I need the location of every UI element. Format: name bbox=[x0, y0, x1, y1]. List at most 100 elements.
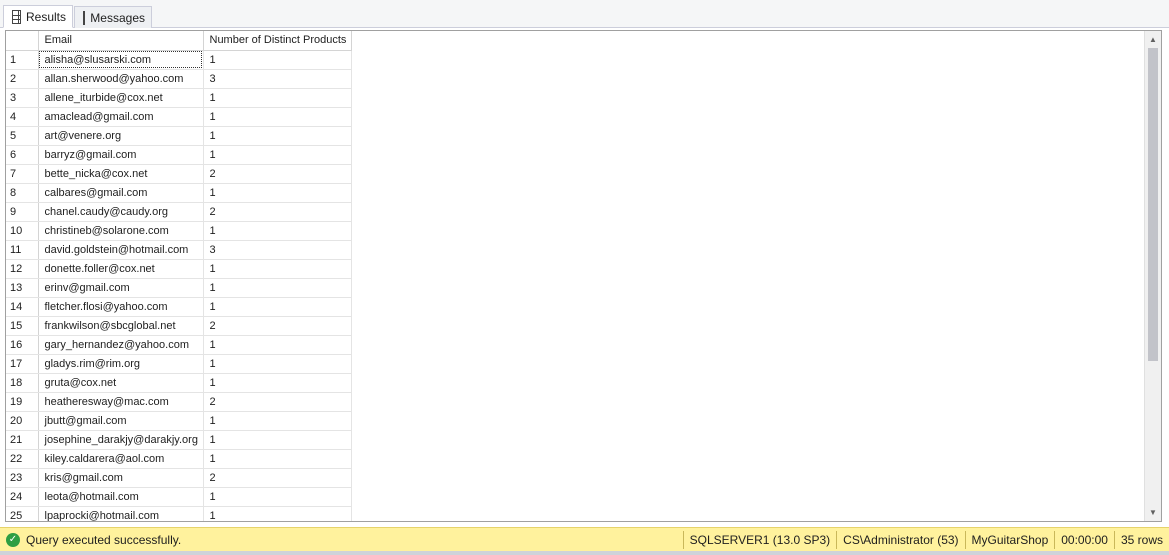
results-grid[interactable]: Email Number of Distinct Products 1 alish… bbox=[5, 30, 1162, 522]
table-row[interactable]: 6 barryz@gmail.com 1 bbox=[6, 145, 352, 165]
row-number-cell[interactable]: 12 bbox=[6, 259, 39, 279]
scrollbar-thumb[interactable] bbox=[1148, 48, 1158, 361]
row-number-cell[interactable]: 24 bbox=[6, 487, 39, 507]
count-cell[interactable]: 1 bbox=[203, 335, 352, 355]
table-row[interactable]: 7 bette_nicka@cox.net 2 bbox=[6, 164, 352, 184]
row-number-cell[interactable]: 22 bbox=[6, 449, 39, 469]
row-number-cell[interactable]: 21 bbox=[6, 430, 39, 450]
table-row[interactable]: 15 frankwilson@sbcglobal.net 2 bbox=[6, 316, 352, 336]
count-cell[interactable]: 1 bbox=[203, 259, 352, 279]
row-number-cell[interactable]: 6 bbox=[6, 145, 39, 165]
row-number-cell[interactable]: 9 bbox=[6, 202, 39, 222]
row-number-cell[interactable]: 15 bbox=[6, 316, 39, 336]
count-cell[interactable]: 1 bbox=[203, 354, 352, 374]
row-number-cell[interactable]: 2 bbox=[6, 69, 39, 89]
row-number-cell[interactable]: 10 bbox=[6, 221, 39, 241]
row-number-cell[interactable]: 8 bbox=[6, 183, 39, 203]
email-cell[interactable]: gruta@cox.net bbox=[38, 373, 204, 393]
vertical-scrollbar[interactable]: ▲ ▼ bbox=[1144, 31, 1161, 521]
email-cell[interactable]: barryz@gmail.com bbox=[38, 145, 204, 165]
email-cell[interactable]: calbares@gmail.com bbox=[38, 183, 204, 203]
table-row[interactable]: 4 amaclead@gmail.com 1 bbox=[6, 107, 352, 127]
table-row[interactable]: 23 kris@gmail.com 2 bbox=[6, 468, 352, 488]
column-header-email[interactable]: Email bbox=[38, 31, 204, 51]
count-cell[interactable]: 2 bbox=[203, 164, 352, 184]
email-cell[interactable]: erinv@gmail.com bbox=[38, 278, 204, 298]
tab-messages[interactable]: Messages bbox=[74, 6, 152, 28]
table-row[interactable]: 1 alisha@slusarski.com 1 bbox=[6, 50, 352, 70]
table-row[interactable]: 9 chanel.caudy@caudy.org 2 bbox=[6, 202, 352, 222]
table-row[interactable]: 14 fletcher.flosi@yahoo.com 1 bbox=[6, 297, 352, 317]
table-row[interactable]: 3 allene_iturbide@cox.net 1 bbox=[6, 88, 352, 108]
row-number-cell[interactable]: 1 bbox=[6, 50, 39, 70]
row-number-cell[interactable]: 13 bbox=[6, 278, 39, 298]
email-cell[interactable]: jbutt@gmail.com bbox=[38, 411, 204, 431]
count-cell[interactable]: 1 bbox=[203, 411, 352, 431]
email-cell[interactable]: kris@gmail.com bbox=[38, 468, 204, 488]
row-number-cell[interactable]: 11 bbox=[6, 240, 39, 260]
count-cell[interactable]: 1 bbox=[203, 183, 352, 203]
count-cell[interactable]: 1 bbox=[203, 487, 352, 507]
table-row[interactable]: 17 gladys.rim@rim.org 1 bbox=[6, 354, 352, 374]
table-row[interactable]: 21 josephine_darakjy@darakjy.org 1 bbox=[6, 430, 352, 450]
count-cell[interactable]: 1 bbox=[203, 449, 352, 469]
count-cell[interactable]: 1 bbox=[203, 297, 352, 317]
row-number-cell[interactable]: 20 bbox=[6, 411, 39, 431]
email-cell[interactable]: lpaprocki@hotmail.com bbox=[38, 506, 204, 521]
row-number-cell[interactable]: 3 bbox=[6, 88, 39, 108]
scroll-up-arrow-icon[interactable]: ▲ bbox=[1145, 31, 1161, 48]
email-cell[interactable]: kiley.caldarera@aol.com bbox=[38, 449, 204, 469]
row-number-cell[interactable]: 5 bbox=[6, 126, 39, 146]
count-cell[interactable]: 1 bbox=[203, 430, 352, 450]
table-row[interactable]: 25 lpaprocki@hotmail.com 1 bbox=[6, 506, 352, 521]
table-row[interactable]: 5 art@venere.org 1 bbox=[6, 126, 352, 146]
tab-results[interactable]: Results bbox=[3, 5, 73, 28]
row-number-cell[interactable]: 7 bbox=[6, 164, 39, 184]
row-number-cell[interactable]: 4 bbox=[6, 107, 39, 127]
count-cell[interactable]: 1 bbox=[203, 373, 352, 393]
email-cell[interactable]: allan.sherwood@yahoo.com bbox=[38, 69, 204, 89]
table-row[interactable]: 10 christineb@solarone.com 1 bbox=[6, 221, 352, 241]
count-cell[interactable]: 2 bbox=[203, 392, 352, 412]
email-cell[interactable]: fletcher.flosi@yahoo.com bbox=[38, 297, 204, 317]
row-number-header[interactable] bbox=[6, 31, 39, 51]
count-cell[interactable]: 1 bbox=[203, 88, 352, 108]
column-header-count[interactable]: Number of Distinct Products bbox=[203, 31, 352, 51]
row-number-cell[interactable]: 23 bbox=[6, 468, 39, 488]
email-cell[interactable]: allene_iturbide@cox.net bbox=[38, 88, 204, 108]
count-cell[interactable]: 1 bbox=[203, 107, 352, 127]
table-row[interactable]: 20 jbutt@gmail.com 1 bbox=[6, 411, 352, 431]
count-cell[interactable]: 3 bbox=[203, 69, 352, 89]
count-cell[interactable]: 2 bbox=[203, 202, 352, 222]
row-number-cell[interactable]: 18 bbox=[6, 373, 39, 393]
email-cell[interactable]: heatheresway@mac.com bbox=[38, 392, 204, 412]
email-cell[interactable]: donette.foller@cox.net bbox=[38, 259, 204, 279]
email-cell[interactable]: josephine_darakjy@darakjy.org bbox=[38, 430, 204, 450]
email-cell[interactable]: christineb@solarone.com bbox=[38, 221, 204, 241]
email-cell[interactable]: art@venere.org bbox=[38, 126, 204, 146]
email-cell[interactable]: gary_hernandez@yahoo.com bbox=[38, 335, 204, 355]
table-row[interactable]: 11 david.goldstein@hotmail.com 3 bbox=[6, 240, 352, 260]
row-number-cell[interactable]: 25 bbox=[6, 506, 39, 521]
table-row[interactable]: 19 heatheresway@mac.com 2 bbox=[6, 392, 352, 412]
table-row[interactable]: 8 calbares@gmail.com 1 bbox=[6, 183, 352, 203]
count-cell[interactable]: 2 bbox=[203, 316, 352, 336]
row-number-cell[interactable]: 16 bbox=[6, 335, 39, 355]
count-cell[interactable]: 3 bbox=[203, 240, 352, 260]
table-row[interactable]: 12 donette.foller@cox.net 1 bbox=[6, 259, 352, 279]
table-row[interactable]: 2 allan.sherwood@yahoo.com 3 bbox=[6, 69, 352, 89]
table-row[interactable]: 16 gary_hernandez@yahoo.com 1 bbox=[6, 335, 352, 355]
count-cell[interactable]: 1 bbox=[203, 278, 352, 298]
email-cell[interactable]: leota@hotmail.com bbox=[38, 487, 204, 507]
count-cell[interactable]: 1 bbox=[203, 145, 352, 165]
table-row[interactable]: 13 erinv@gmail.com 1 bbox=[6, 278, 352, 298]
count-cell[interactable]: 1 bbox=[203, 50, 352, 70]
email-cell[interactable]: frankwilson@sbcglobal.net bbox=[38, 316, 204, 336]
email-cell[interactable]: bette_nicka@cox.net bbox=[38, 164, 204, 184]
table-row[interactable]: 22 kiley.caldarera@aol.com 1 bbox=[6, 449, 352, 469]
email-cell[interactable]: alisha@slusarski.com bbox=[38, 50, 204, 70]
email-cell[interactable]: gladys.rim@rim.org bbox=[38, 354, 204, 374]
row-number-cell[interactable]: 19 bbox=[6, 392, 39, 412]
scroll-down-arrow-icon[interactable]: ▼ bbox=[1145, 504, 1161, 521]
email-cell[interactable]: david.goldstein@hotmail.com bbox=[38, 240, 204, 260]
